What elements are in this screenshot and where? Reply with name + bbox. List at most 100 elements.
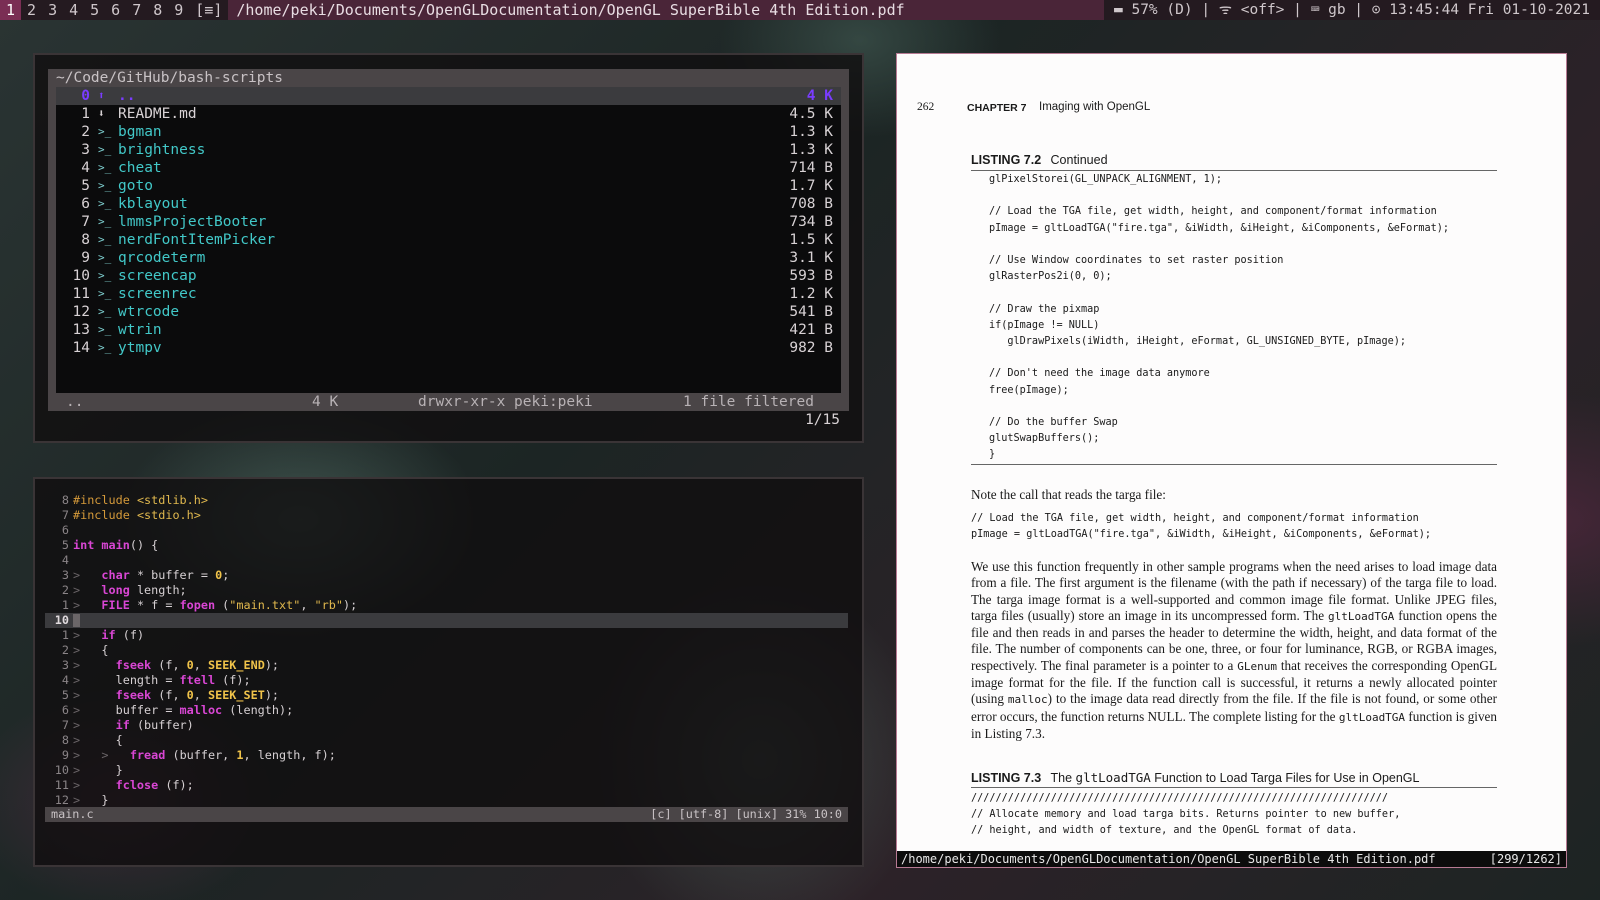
workspace-8[interactable]: 8	[147, 0, 168, 20]
file-row[interactable]: 12 >_ wtrcode 541 B	[56, 303, 841, 321]
current-code-line[interactable]: 10	[45, 613, 848, 628]
code-buffer[interactable]: 8 #include <stdlib.h> 7 #include <stdio.h> 6…	[45, 493, 848, 808]
layout-indicator[interactable]: [≡]	[189, 0, 228, 20]
file-name: nerdFontItemPicker	[118, 232, 276, 248]
file-row[interactable]: 14 >_ ytmpv 982 B	[56, 339, 841, 357]
keyboard-layout: ⌨ gb	[1310, 2, 1346, 18]
pdf-page[interactable]: 262 CHAPTER 7 Imaging with OpenGL LISTIN…	[897, 54, 1566, 851]
workspace-1[interactable]: 1	[0, 0, 22, 20]
battery-status: ▬ 57% (D) | ᯤ <off> | ⌨ gb | ⊙ 13:45:44 …	[1114, 2, 1590, 18]
workspace-4[interactable]: 4	[63, 0, 84, 20]
line-number: 2	[61, 643, 69, 657]
code-line[interactable]: 7 > if (buffer)	[45, 718, 848, 733]
window-title: /home/peki/Documents/OpenGLDocumentation…	[228, 0, 1105, 20]
code-line[interactable]: 1 > FILE * f = fopen ("main.txt", "rb");	[45, 598, 848, 613]
terminal-icon: >_	[98, 287, 112, 300]
line-number: 9	[61, 748, 69, 762]
file-size: 982 B	[789, 340, 833, 356]
wifi-status: ᯤ <off>	[1218, 2, 1285, 18]
code-line[interactable]: 12 > }	[45, 793, 848, 808]
terminal-icon: >_	[98, 143, 112, 156]
terminal-icon: >_	[98, 233, 112, 246]
listing-rule-bottom	[971, 464, 1497, 465]
code-line[interactable]: 2 > long length;	[45, 583, 848, 598]
terminal-icon: >_	[98, 179, 112, 192]
up-arrow-icon: ⬆	[98, 89, 105, 102]
file-manager-window[interactable]: ~/Code/GitHub/bash-scripts 0 ⬆ .. 4 K 1 ⬇…	[33, 53, 864, 443]
workspace-2[interactable]: 2	[21, 0, 42, 20]
file-row-parent[interactable]: 0 ⬆ .. 4 K	[56, 87, 841, 105]
code-line[interactable]: 6	[45, 523, 848, 538]
listing-7-3-code: ////////////////////////////////////////…	[971, 793, 1401, 837]
code-line[interactable]: 5 int main() {	[45, 538, 848, 553]
code-line[interactable]: 3 > fseek (f, 0, SEEK_END);	[45, 658, 848, 673]
file-row[interactable]: 1 ⬇ README.md 4.5 K	[56, 105, 841, 123]
file-position-count: 1/15	[805, 412, 840, 428]
workspace-6[interactable]: 6	[105, 0, 126, 20]
editor-statusline: main.c [c] [utf-8] [unix] 31% 10:0	[45, 807, 848, 822]
line-number: 11	[54, 778, 69, 792]
line-number: 1	[61, 628, 69, 642]
file-size: 714 B	[789, 160, 833, 176]
code-line[interactable]: 4	[45, 553, 848, 568]
file-name: lmmsProjectBooter	[118, 214, 267, 230]
file-size: 421 B	[789, 322, 833, 338]
workspace-7[interactable]: 7	[126, 0, 147, 20]
listing-7-3-title: LISTING 7.3 The gltLoadTGA Function to L…	[971, 770, 1420, 785]
note-code: // Load the TGA file, get width, height,…	[971, 513, 1432, 541]
file-row[interactable]: 10 >_ screencap 593 B	[56, 267, 841, 285]
code-line[interactable]: 11 > fclose (f);	[45, 778, 848, 793]
code-line[interactable]: 2 > {	[45, 643, 848, 658]
file-name: bgman	[118, 124, 162, 140]
download-icon: ⬇	[98, 107, 105, 120]
terminal-icon: >_	[98, 215, 112, 228]
code-line[interactable]: 5 > fseek (f, 0, SEEK_SET);	[45, 688, 848, 703]
line-number: 8	[61, 733, 69, 747]
code-line[interactable]: 6 > buffer = malloc (length);	[45, 703, 848, 718]
file-manager-statusline: .. 4 K drwxr-xr-x peki:peki 1 file filte…	[48, 393, 849, 411]
line-number: 10	[54, 763, 69, 777]
file-row[interactable]: 9 >_ qrcodeterm 3.1 K	[56, 249, 841, 267]
file-size: 1.3 K	[789, 142, 833, 158]
chapter-label: CHAPTER 7	[967, 102, 1027, 114]
file-size: 734 B	[789, 214, 833, 230]
line-number: 2	[61, 583, 69, 597]
pdf-viewer-window[interactable]: 262 CHAPTER 7 Imaging with OpenGL LISTIN…	[896, 53, 1567, 868]
code-line[interactable]: 7 #include <stdio.h>	[45, 508, 848, 523]
workspace-5[interactable]: 5	[84, 0, 105, 20]
file-name: screenrec	[118, 286, 197, 302]
clock: ⊙ 13:45:44 Fri 01-10-2021	[1371, 2, 1590, 18]
code-line[interactable]: 4 > length = ftell (f);	[45, 673, 848, 688]
code-line[interactable]: 10 > }	[45, 763, 848, 778]
code-line[interactable]: 9 > > fread (buffer, 1, length, f);	[45, 748, 848, 763]
file-size: 1.2 K	[789, 286, 833, 302]
file-row[interactable]: 4 >_ cheat 714 B	[56, 159, 841, 177]
file-name: kblayout	[118, 196, 188, 212]
file-row[interactable]: 7 >_ lmmsProjectBooter 734 B	[56, 213, 841, 231]
code-line[interactable]: 8 #include <stdlib.h>	[45, 493, 848, 508]
file-row[interactable]: 13 >_ wtrin 421 B	[56, 321, 841, 339]
file-row[interactable]: 3 >_ brightness 1.3 K	[56, 141, 841, 159]
workspace-3[interactable]: 3	[42, 0, 63, 20]
file-size: 4.5 K	[789, 106, 833, 122]
file-row[interactable]: 6 >_ kblayout 708 B	[56, 195, 841, 213]
code-editor-window[interactable]: 8 #include <stdlib.h> 7 #include <stdio.h> 6…	[33, 477, 864, 867]
file-row[interactable]: 8 >_ nerdFontItemPicker 1.5 K	[56, 231, 841, 249]
terminal-icon: >_	[98, 341, 112, 354]
page-number: 262	[917, 101, 935, 113]
workspace-9[interactable]: 9	[168, 0, 189, 20]
line-number: 12	[54, 793, 69, 807]
code-line[interactable]: 3 > char * buffer = 0;	[45, 568, 848, 583]
listing-7-2-title: LISTING 7.2 Continued	[971, 153, 1108, 167]
line-number: 10	[54, 613, 69, 627]
file-size: 541 B	[789, 304, 833, 320]
file-row[interactable]: 2 >_ bgman 1.3 K	[56, 123, 841, 141]
file-name: ytmpv	[118, 340, 162, 356]
code-line[interactable]: 1 > if (f)	[45, 628, 848, 643]
current-directory-path: ~/Code/GitHub/bash-scripts	[48, 69, 849, 87]
top-status-bar: 123456789 [≡] /home/peki/Documents/OpenG…	[0, 0, 1600, 20]
file-row[interactable]: 5 >_ goto 1.7 K	[56, 177, 841, 195]
code-line[interactable]: 8 > {	[45, 733, 848, 748]
terminal-icon: >_	[98, 323, 112, 336]
file-row[interactable]: 11 >_ screenrec 1.2 K	[56, 285, 841, 303]
